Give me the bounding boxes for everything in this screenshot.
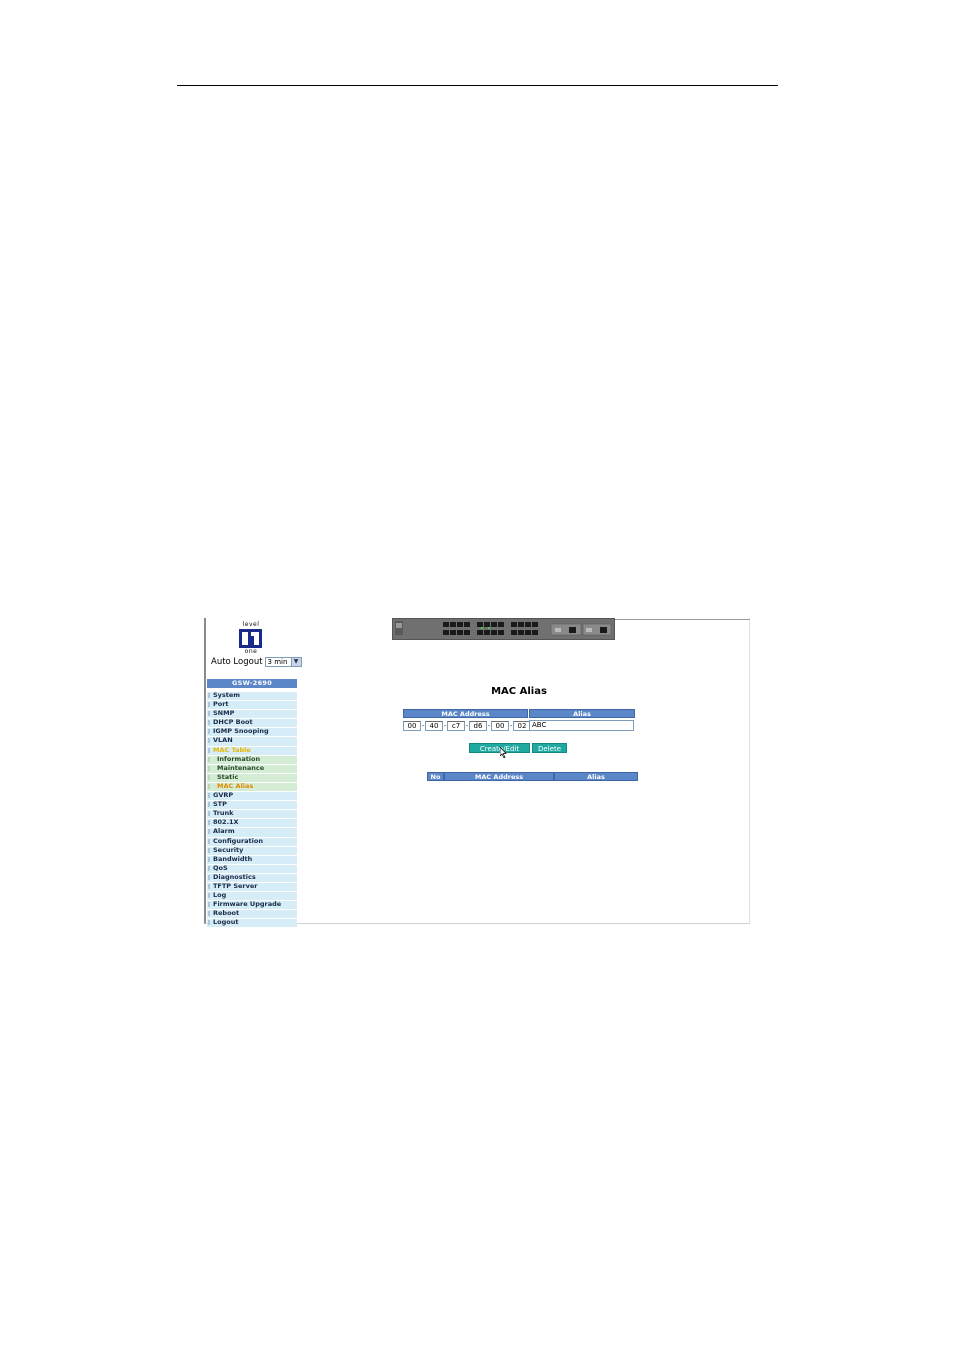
logo-top-text: level xyxy=(242,621,260,628)
logo-mark-icon xyxy=(239,629,262,648)
sidebar-item-gvrp[interactable]: GVRP xyxy=(207,791,297,801)
sidebar-subitem-maintenance[interactable]: Maintenance xyxy=(207,763,297,773)
auto-logout: Auto Logout 3 min ▼ xyxy=(211,656,302,668)
mac-address-header: MAC Address xyxy=(403,709,528,718)
sidebar-item-qos[interactable]: QoS xyxy=(207,863,297,873)
frame-top-line xyxy=(615,619,750,620)
mac-octet-5[interactable]: 00 xyxy=(491,720,509,731)
alias-header: Alias xyxy=(529,709,635,718)
page-title: MAC Alias xyxy=(491,686,547,697)
switch-ports-icon xyxy=(393,619,614,639)
sidebar-item-igmp-snooping[interactable]: IGMP Snooping xyxy=(207,727,297,737)
sidebar-item-8021x[interactable]: 802.1X xyxy=(207,818,297,828)
sidebar-subitem-static[interactable]: Static xyxy=(207,772,297,782)
sidebar-item-alarm[interactable]: Alarm xyxy=(207,827,297,837)
device-model-header: GSW-2690 xyxy=(207,679,297,688)
logo-bottom-text: one xyxy=(244,648,258,655)
list-header-mac-address: MAC Address xyxy=(444,772,554,781)
delete-button[interactable]: Delete xyxy=(532,743,567,753)
chevron-down-icon[interactable]: ▼ xyxy=(290,658,301,666)
sidebar-item-dhcp-boot[interactable]: DHCP Boot xyxy=(207,718,297,728)
mac-octet-4[interactable]: d6 xyxy=(469,720,487,731)
sidebar-item-mac-table[interactable]: MAC Table xyxy=(207,745,297,755)
sidebar-item-tftp-server[interactable]: TFTP Server xyxy=(207,881,297,892)
list-header-alias: Alias xyxy=(554,772,638,781)
sidebar-item-log[interactable]: Log xyxy=(207,891,297,901)
sidebar-item-diagnostics[interactable]: Diagnostics xyxy=(207,872,297,882)
sidebar-item-trunk[interactable]: Trunk xyxy=(207,809,297,819)
mac-octet-3[interactable]: c7 xyxy=(447,720,465,731)
sidebar-subitem-information[interactable]: Information xyxy=(207,754,297,764)
sidebar-item-configuration[interactable]: Configuration xyxy=(207,836,297,846)
sidebar-nav: GSW-2690 System Port SNMP DHCP Boot IGMP… xyxy=(207,679,297,928)
auto-logout-select[interactable]: 3 min ▼ xyxy=(264,657,302,667)
sidebar-item-stp[interactable]: STP xyxy=(207,800,297,810)
sidebar-item-bandwidth[interactable]: Bandwidth xyxy=(207,854,297,864)
alias-input[interactable]: ABC xyxy=(529,720,634,731)
sidebar-item-snmp[interactable]: SNMP xyxy=(207,709,297,719)
mouse-pointer-icon xyxy=(500,747,507,758)
sidebar-item-firmware-upgrade[interactable]: Firmware Upgrade xyxy=(207,900,297,910)
sidebar-item-security[interactable]: Security xyxy=(207,845,297,855)
mac-octet-2[interactable]: 40 xyxy=(425,720,443,731)
switch-panel-image xyxy=(392,618,615,640)
auto-logout-value: 3 min xyxy=(267,658,288,666)
sidebar-item-port[interactable]: Port xyxy=(207,700,297,710)
list-header-no: No xyxy=(427,772,444,781)
auto-logout-label: Auto Logout xyxy=(211,657,263,667)
document-header-rule xyxy=(177,85,778,86)
mac-octet-1[interactable]: 00 xyxy=(403,720,421,731)
levelone-logo: level one xyxy=(238,622,264,656)
sidebar-item-reboot[interactable]: Reboot xyxy=(207,909,297,919)
sidebar-item-logout[interactable]: Logout xyxy=(207,918,297,928)
sidebar-subitem-mac-alias[interactable]: MAC Alias xyxy=(207,781,297,792)
sidebar-item-system[interactable]: System xyxy=(207,691,297,701)
sidebar-item-vlan[interactable]: VLAN xyxy=(207,736,297,746)
mac-address-inputs: 00 - 40 - c7 - d6 - 00 - 02 xyxy=(403,720,531,731)
